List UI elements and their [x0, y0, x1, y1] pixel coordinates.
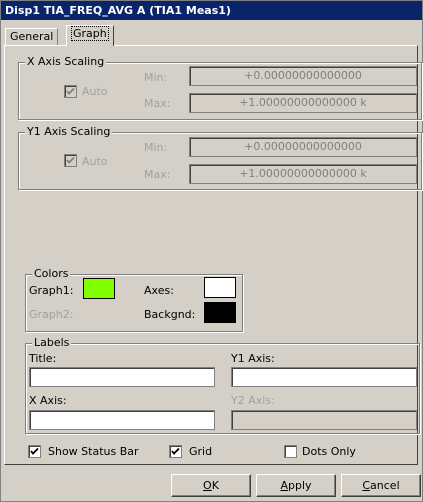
apply-button[interactable]: Apply [256, 474, 336, 497]
backgnd-color-swatch[interactable] [204, 302, 236, 323]
y1-axis-scaling-title: Y1 Axis Scaling [25, 125, 113, 139]
y1-max-field[interactable]: +1.00000000000000 k [189, 164, 417, 184]
y1-axis-label: Y1 Axis: [231, 352, 275, 365]
window-title[interactable]: Disp1 TIA_FREQ_AVG A (TIA1 Meas1) [1, 1, 422, 20]
graph1-color-swatch[interactable] [83, 278, 115, 299]
apply-label: pply [288, 479, 312, 492]
y1-max-label: Max: [144, 168, 171, 181]
cancel-hotkey: C [362, 479, 371, 492]
y2-axis-input[interactable] [231, 410, 417, 430]
title-label: Title: [29, 352, 57, 365]
dots-only-checkbox[interactable] [284, 445, 297, 458]
grid-checkbox[interactable] [169, 445, 182, 458]
show-status-bar-checkbox[interactable] [28, 445, 41, 458]
title-input[interactable] [29, 367, 215, 387]
y1-auto-label: Auto [82, 155, 108, 168]
y1-min-field[interactable]: +0.00000000000000 [189, 137, 417, 157]
x-auto-checkbox[interactable] [64, 85, 77, 98]
y1-auto-checkbox[interactable] [64, 154, 77, 167]
cancel-label: ancel [370, 479, 400, 492]
x-auto-label: Auto [82, 85, 108, 98]
tab-graph-label: Graph [71, 26, 109, 41]
dots-only-label[interactable]: Dots Only [302, 445, 356, 459]
y1-axis-input[interactable] [231, 367, 417, 387]
tab-general-label: General [10, 30, 54, 43]
x-max-field[interactable]: +1.00000000000000 k [189, 93, 417, 113]
y1-min-label: Min: [144, 141, 168, 154]
axes-color-swatch[interactable] [204, 277, 236, 298]
ok-hotkey: O [203, 479, 212, 492]
x-min-label: Min: [144, 71, 168, 84]
ok-label: K [211, 479, 219, 492]
x-max-label: Max: [144, 97, 171, 110]
cancel-button[interactable]: Cancel [341, 474, 421, 497]
colors-title: Colors [32, 267, 71, 281]
apply-hotkey: A [280, 479, 288, 492]
axes-label: Axes: [144, 284, 174, 297]
grid-label[interactable]: Grid [189, 445, 212, 459]
x-axis-input[interactable] [29, 410, 215, 430]
show-status-bar-label[interactable]: Show Status Bar [48, 445, 139, 459]
graph2-label: Graph2: [29, 308, 74, 321]
y2-axis-label: Y2 Axis: [231, 394, 275, 407]
ok-button[interactable]: OK [171, 474, 251, 497]
x-min-field[interactable]: +0.00000000000000 [189, 66, 417, 86]
x-axis-scaling-title: X Axis Scaling [25, 55, 107, 69]
x-axis-label: X Axis: [29, 394, 67, 407]
properties-dialog: Disp1 TIA_FREQ_AVG A (TIA1 Meas1) Genera… [0, 0, 423, 502]
labels-title: Labels [32, 336, 72, 350]
tab-general[interactable]: General [5, 28, 59, 45]
graph1-label: Graph1: [29, 284, 74, 297]
tab-graph[interactable]: Graph [66, 25, 114, 46]
backgnd-label: Backgnd: [144, 308, 196, 321]
